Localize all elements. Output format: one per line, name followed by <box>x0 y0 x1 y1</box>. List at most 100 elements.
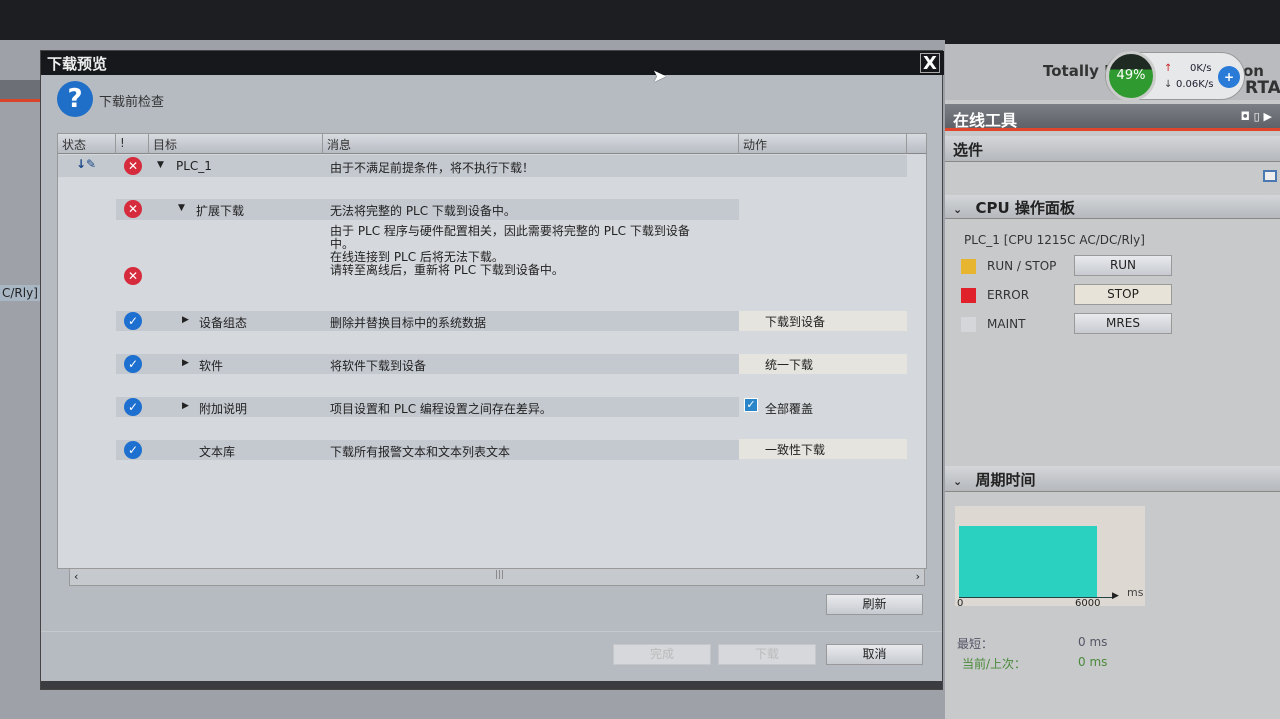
online-tools-panel: 在线工具 ◘ ▯ ▶ 选件 ⌄ CPU 操作面板 PLC_1 [CPU 1215… <box>945 100 1280 719</box>
column-header-severity[interactable]: ! <box>116 134 149 154</box>
column-header-action[interactable]: 动作 <box>739 134 907 154</box>
question-icon: ? <box>57 81 93 117</box>
dialog-bottom-edge <box>41 681 942 689</box>
cpu-panel-header[interactable]: ⌄ CPU 操作面板 <box>945 195 1280 219</box>
check-table: 状态 ! 目标 消息 动作 ↓✎ ✕ ▼ PLC_1 由于不满足前提条件，将不执… <box>57 133 927 569</box>
current-label: 当前/上次： <box>962 657 1027 671</box>
cpu-usage-gauge: 49% <box>1106 51 1156 101</box>
scroll-left-icon[interactable]: ‹ <box>74 570 78 583</box>
mres-button[interactable]: MRES <box>1074 313 1172 334</box>
current-value: 0 ms <box>1078 655 1108 669</box>
led-run-stop <box>961 259 976 274</box>
download-offline-icon: ↓✎ <box>76 157 97 171</box>
download-button[interactable]: 下载 <box>718 644 816 665</box>
check-icon: ✓ <box>124 355 142 373</box>
upload-arrow-icon: ↑ <box>1164 63 1173 74</box>
error-icon: ✕ <box>124 157 142 175</box>
column-header-filler <box>907 134 927 154</box>
expanded-triangle-icon[interactable]: ▼ <box>178 203 185 213</box>
error-icon: ✕ <box>124 200 142 218</box>
check-icon: ✓ <box>124 441 142 459</box>
plus-icon[interactable]: + <box>1218 66 1240 88</box>
collapsed-triangle-icon[interactable]: ▶ <box>182 315 189 325</box>
cpu-panel-title: CPU 操作面板 <box>975 199 1075 217</box>
row-message: 将软件下载到设备 <box>330 359 427 373</box>
column-header-status[interactable]: 状态 <box>58 134 116 154</box>
led-run-stop-label: RUN / STOP <box>987 259 1057 273</box>
expanded-triangle-icon[interactable]: ▼ <box>157 160 164 170</box>
axis-min-label: 0 <box>957 598 964 609</box>
shortest-value: 0 ms <box>1078 635 1108 649</box>
led-error <box>961 288 976 303</box>
scroll-right-icon[interactable]: › <box>916 570 920 583</box>
table-row[interactable]: ✕ ▼ 扩展下载 无法将完整的 PLC 下载到设备中。 <box>116 199 739 220</box>
stop-button[interactable]: STOP <box>1074 284 1172 305</box>
refresh-button[interactable]: 刷新 <box>826 594 923 615</box>
dialog-title: 下载预览 <box>47 55 108 73</box>
close-button[interactable]: X <box>920 53 940 74</box>
cycle-time-bar <box>959 526 1097 597</box>
table-row[interactable]: ✓ 文本库 下载所有报警文本和文本列表文本 <box>116 440 739 460</box>
download-arrow-icon: ↓ <box>1164 79 1173 90</box>
cpu-device-label: PLC_1 [CPU 1215C AC/DC/Rly] <box>964 233 1145 247</box>
row-target: PLC_1 <box>176 159 212 173</box>
mouse-cursor-icon: ➤ <box>652 66 668 87</box>
network-speed-widget[interactable]: 49% ↑ 0K/s ↓ 0.06K/s + <box>1105 51 1245 101</box>
error-icon: ✕ <box>124 267 142 285</box>
brand-text: Totally I <box>1043 62 1110 80</box>
table-row[interactable]: ✓ ▶ 附加说明 项目设置和 PLC 编程设置之间存在差异。 <box>116 397 739 417</box>
cycle-time-header[interactable]: ⌄ 周期时间 <box>945 466 1280 492</box>
message-line: 由于 PLC 程序与硬件配置相关，因此需要将完整的 PLC 下载到设备 <box>330 224 690 238</box>
dialog-titlebar: 下载预览 <box>41 51 944 75</box>
online-tools-title: 在线工具 <box>953 111 1018 130</box>
collapsed-triangle-icon[interactable]: ▶ <box>182 358 189 368</box>
led-maint <box>961 317 976 332</box>
cycle-time-title: 周期时间 <box>975 471 1036 489</box>
overwrite-all-label: 全部覆盖 <box>765 402 814 416</box>
background-device-label: C/Rly] <box>0 285 40 301</box>
led-error-label: ERROR <box>987 288 1030 302</box>
taskbar-top <box>0 0 1280 44</box>
upload-speed: 0K/s <box>1190 63 1212 74</box>
row-target: 附加说明 <box>199 402 248 416</box>
row-target: 扩展下载 <box>196 204 245 218</box>
collapsed-triangle-icon[interactable]: ▶ <box>182 401 189 411</box>
axis-arrow-icon: ▶ <box>1112 591 1119 601</box>
action-dropdown[interactable]: 下载到设备 <box>739 311 907 331</box>
table-row[interactable]: ✓ ▶ 软件 将软件下载到设备 <box>116 354 739 374</box>
row-message: 下载所有报警文本和文本列表文本 <box>330 445 511 459</box>
action-dropdown[interactable]: 统一下载 <box>739 354 907 374</box>
chevron-down-icon: ⌄ <box>953 203 963 216</box>
run-button[interactable]: RUN <box>1074 255 1172 276</box>
cancel-button[interactable]: 取消 <box>826 644 923 665</box>
finish-button[interactable]: 完成 <box>613 644 711 665</box>
action-dropdown[interactable]: 一致性下载 <box>739 439 907 459</box>
message-line: 请转至离线后，重新将 PLC 下载到设备中。 <box>330 263 564 277</box>
row-message: 项目设置和 PLC 编程设置之间存在差异。 <box>330 402 552 416</box>
table-row[interactable]: ✓ ▶ 设备组态 删除并替换目标中的系统数据 <box>116 311 739 331</box>
row-target: 文本库 <box>199 445 236 459</box>
column-header-message[interactable]: 消息 <box>323 134 739 154</box>
row-message: 由于不满足前提条件，将不执行下载！ <box>330 161 535 175</box>
row-target: 设备组态 <box>199 316 248 330</box>
scroll-thumb-grip-icon[interactable]: ||| <box>495 570 504 580</box>
panel-toggle-icon[interactable] <box>1263 170 1277 182</box>
overwrite-all-checkbox[interactable]: ✓ <box>744 398 758 412</box>
download-preview-dialog: 下载预览 X ? 下载前检查 状态 ! 目标 消息 动作 ↓✎ ✕ ▼ PLC_… <box>40 50 944 690</box>
table-row[interactable]: ✕ 由于 PLC 程序与硬件配置相关，因此需要将完整的 PLC 下载到设备 中。… <box>116 223 739 289</box>
table-row[interactable]: ↓✎ ✕ ▼ PLC_1 由于不满足前提条件，将不执行下载！ <box>58 155 907 177</box>
dialog-subtitle: 下载前检查 <box>99 95 165 110</box>
cycle-time-chart: ▶ ms 0 6000 <box>955 506 1145 609</box>
led-maint-label: MAINT <box>987 317 1026 331</box>
check-icon: ✓ <box>124 312 142 330</box>
panel-window-icons[interactable]: ◘ ▯ ▶ <box>1241 110 1272 123</box>
options-header[interactable]: 选件 <box>945 136 1280 162</box>
horizontal-scrollbar[interactable]: ‹ ||| › <box>69 568 925 586</box>
row-message: 无法将完整的 PLC 下载到设备中。 <box>330 204 516 218</box>
column-header-target[interactable]: 目标 <box>149 134 323 154</box>
row-message: 由于 PLC 程序与硬件配置相关，因此需要将完整的 PLC 下载到设备 中。 在… <box>330 225 690 277</box>
shortest-label: 最短： <box>957 637 994 651</box>
axis-max-label: 6000 <box>1075 598 1101 609</box>
brand-text-3: RTA <box>1245 78 1280 98</box>
axis-unit: ms <box>1127 586 1144 599</box>
